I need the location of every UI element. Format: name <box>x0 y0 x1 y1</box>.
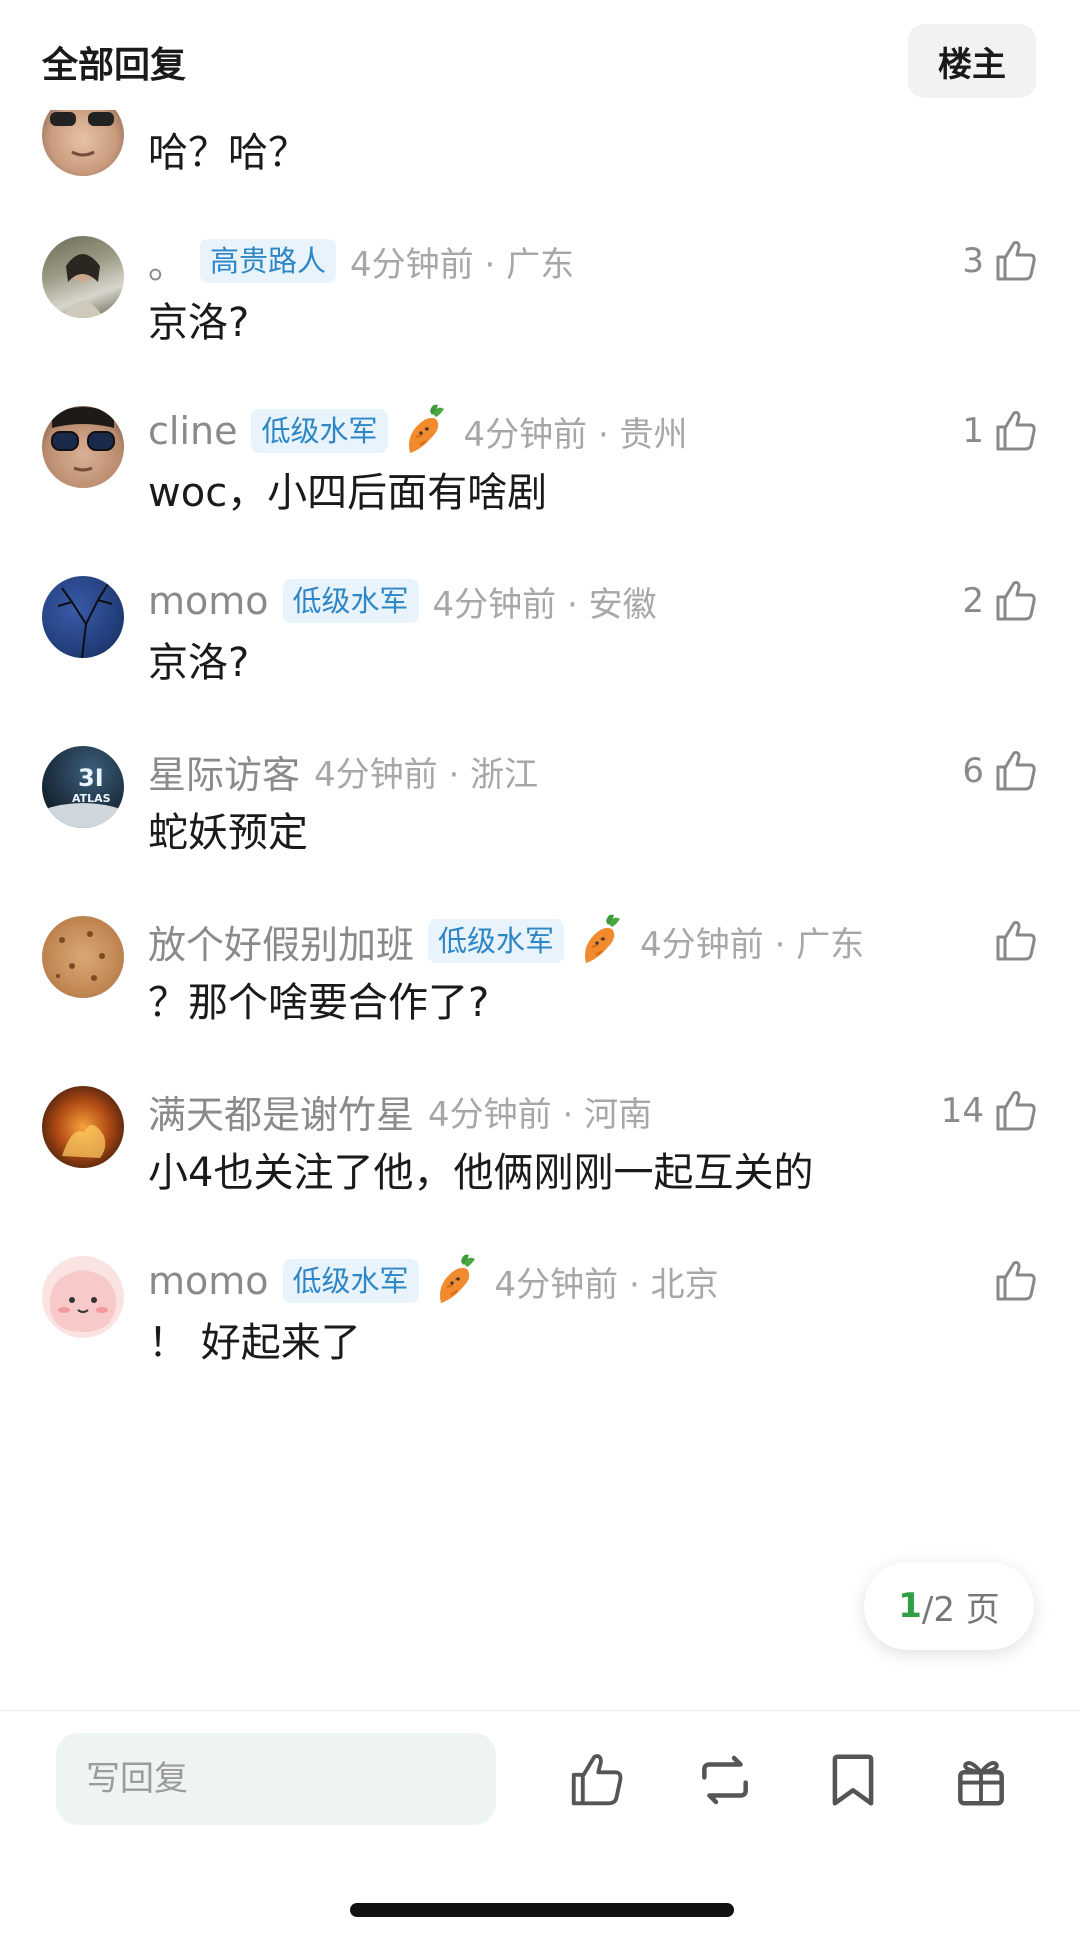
avatar[interactable]: 3I ATLAS <box>42 746 124 828</box>
like-button[interactable] <box>984 916 1040 966</box>
thumb-up-icon <box>996 1091 1036 1131</box>
comment-meta: momo 低级水军 4分钟前 · 北京 <box>148 1254 719 1306</box>
like-count: 3 <box>962 241 984 281</box>
thumb-up-icon <box>996 751 1036 791</box>
like-button[interactable]: 3 <box>962 236 1040 286</box>
comment-time-location: 4分钟前 · 北京 <box>494 1264 719 1305</box>
comment-text: 蛇妖预定 <box>148 810 308 856</box>
comment-text: woc，小四后面有啥剧 <box>148 470 548 516</box>
comment-item[interactable]: cline 低级水军 4分钟前 · 贵州 1 woc，小四后面有啥剧 <box>0 404 1080 576</box>
username[interactable]: 星际访客 <box>148 744 300 799</box>
avatar[interactable] <box>42 1086 124 1168</box>
comment-meta: 。 高贵路人 4分钟前 · 广东 <box>148 234 575 289</box>
page-total: /2 页 <box>921 1589 1000 1630</box>
user-level-badge: 低级水军 <box>282 1259 419 1303</box>
like-button[interactable]: 6 <box>962 746 1040 796</box>
comment-time-location: 4分钟前 · 浙江 <box>314 754 539 795</box>
username[interactable]: 。 <box>148 234 186 289</box>
comment-meta: momo 低级水军 4分钟前 · 安徽 <box>148 576 657 626</box>
owner-filter-button[interactable]: 楼主 <box>908 24 1036 98</box>
like-count: 14 <box>940 1091 984 1131</box>
comment-text: ！ 好起来了 <box>148 1320 361 1366</box>
username[interactable]: momo <box>148 1259 269 1303</box>
thumb-up-icon <box>996 241 1036 281</box>
comment-text: 哈？哈？ <box>148 130 308 176</box>
like-button[interactable] <box>984 1256 1040 1306</box>
username[interactable]: momo <box>148 579 269 623</box>
thumb-up-icon[interactable] <box>566 1749 628 1811</box>
user-level-badge: 低级水军 <box>282 579 419 623</box>
header: 全部回复 楼主 <box>0 0 1080 110</box>
carrot-icon <box>585 914 621 963</box>
gift-icon[interactable] <box>950 1749 1012 1811</box>
comment-item[interactable]: 。 高贵路人 4分钟前 · 广东 3 京洛? <box>0 236 1080 406</box>
comment-meta: cline 低级水军 4分钟前 · 贵州 <box>148 404 688 456</box>
thumb-up-icon <box>996 581 1036 621</box>
like-button[interactable]: 1 <box>962 406 1040 456</box>
comment-meta: 放个好假别加班 低级水军 4分钟前 · 广东 <box>148 914 865 969</box>
reply-input[interactable] <box>56 1733 496 1825</box>
comment-text: ？那个啥要合作了? <box>148 980 490 1026</box>
like-count: 6 <box>962 751 984 791</box>
avatar[interactable] <box>42 406 124 488</box>
username[interactable]: 满天都是谢竹星 <box>148 1084 414 1139</box>
page-title: 全部回复 <box>42 45 187 86</box>
comment-text: 京洛? <box>148 640 250 686</box>
bookmark-icon[interactable] <box>822 1749 884 1811</box>
user-level-badge: 高贵路人 <box>200 239 337 283</box>
comment-time-location: 4分钟前 · 安徽 <box>432 584 657 625</box>
user-level-badge: 低级水军 <box>428 919 565 963</box>
avatar[interactable] <box>42 236 124 318</box>
comment-time-location: 4分钟前 · 广东 <box>640 924 865 965</box>
like-count: 2 <box>962 581 984 621</box>
username[interactable]: cline <box>148 409 237 453</box>
comment-item[interactable]: 满天都是谢竹星 4分钟前 · 河南 14 小4也关注了他，他俩刚刚一起互关的 <box>0 1086 1080 1256</box>
current-page: 1 <box>898 1586 922 1626</box>
like-count: 1 <box>962 411 984 451</box>
comment-list: 哈？哈？ 。 高贵路人 4分钟前 · 广东 3 京洛? cline 低级水军 4… <box>0 0 1080 1710</box>
like-button[interactable]: 14 <box>941 1086 1040 1136</box>
comment-item[interactable]: 3I ATLAS 星际访客 4分钟前 · 浙江 6 蛇妖预定 <box>0 746 1080 916</box>
thumb-up-icon <box>996 1261 1036 1301</box>
comment-item[interactable]: 放个好假别加班 低级水军 4分钟前 · 广东 ？那个啥要合作了? <box>0 914 1080 1086</box>
comment-meta: 满天都是谢竹星 4分钟前 · 河南 <box>148 1084 653 1139</box>
svg-text:ATLAS: ATLAS <box>72 792 111 805</box>
carrot-icon <box>439 1254 475 1303</box>
thumb-up-icon <box>996 921 1036 961</box>
avatar-logo-text: 3I <box>78 764 104 792</box>
avatar[interactable] <box>42 1256 124 1338</box>
comment-time-location: 4分钟前 · 贵州 <box>463 414 688 455</box>
home-indicator[interactable] <box>350 1903 734 1917</box>
thumb-up-icon <box>996 411 1036 451</box>
comment-text: 小4也关注了他，他俩刚刚一起互关的 <box>148 1150 814 1196</box>
comment-time-location: 4分钟前 · 广东 <box>350 244 575 285</box>
avatar[interactable] <box>42 916 124 998</box>
like-button[interactable]: 2 <box>962 576 1040 626</box>
comment-text: 京洛? <box>148 300 250 346</box>
comment-item[interactable]: momo 低级水军 4分钟前 · 安徽 2 京洛? <box>0 576 1080 746</box>
user-level-badge: 低级水军 <box>251 409 388 453</box>
bottom-action-bar <box>0 1710 1080 1943</box>
carrot-icon <box>408 404 444 453</box>
avatar[interactable] <box>42 576 124 658</box>
repost-icon[interactable] <box>694 1749 756 1811</box>
comment-time-location: 4分钟前 · 河南 <box>428 1094 653 1135</box>
comment-meta: 星际访客 4分钟前 · 浙江 <box>148 744 539 799</box>
username[interactable]: 放个好假别加班 <box>148 914 414 969</box>
page-indicator[interactable]: 1 /2 页 <box>864 1562 1034 1650</box>
comment-item[interactable]: momo 低级水军 4分钟前 · 北京 ！ 好起来了 <box>0 1254 1080 1426</box>
